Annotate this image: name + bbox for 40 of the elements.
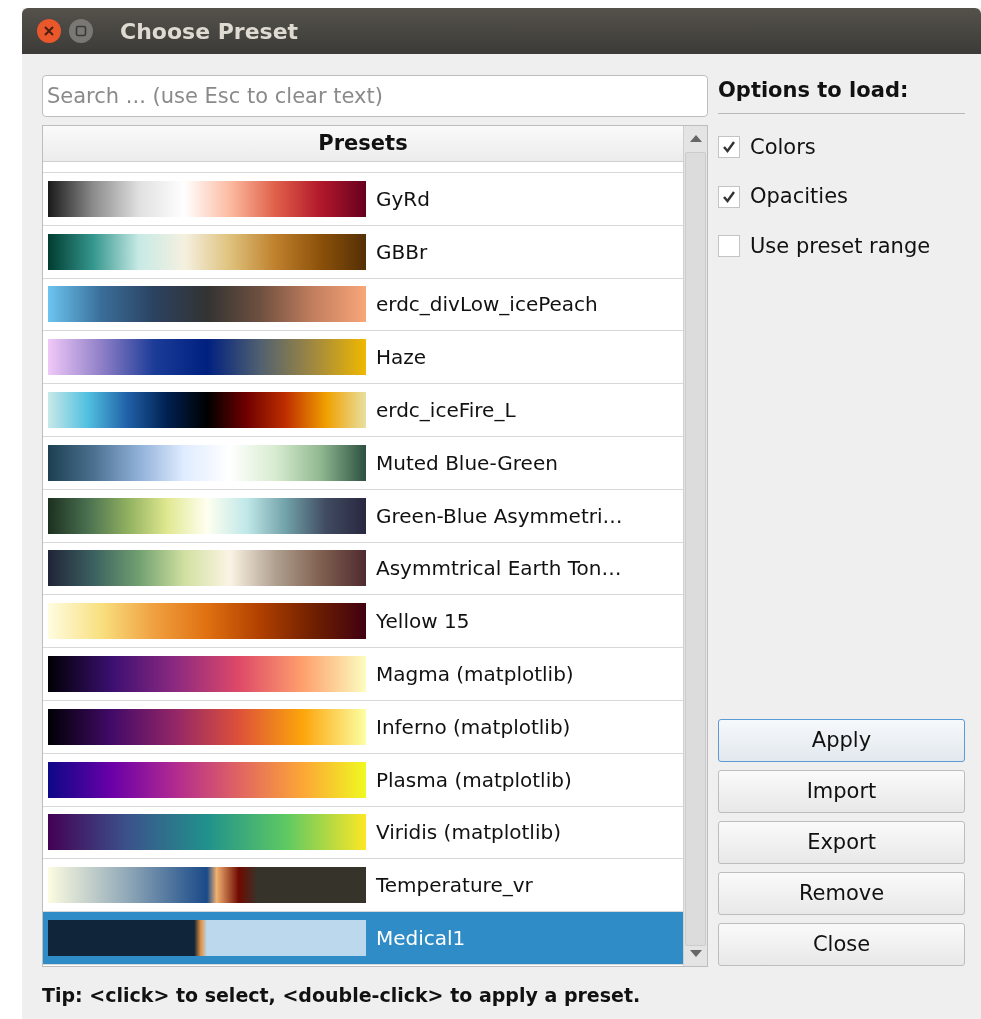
preset-name: Temperature_vr [376,872,533,900]
dialog-button[interactable]: Remove [718,872,965,915]
search-field[interactable]: Search ... (use Esc to clear text) [42,75,708,117]
checkbox-label: Use preset range [750,232,931,260]
preset-row[interactable]: Medical1 [43,912,683,965]
preset-name: erdc_divLow_icePeach [376,291,598,319]
checkbox[interactable] [718,136,740,159]
preset-name: Inferno (matplotlib) [376,713,571,741]
preset-name: Asymmtrical Earth Ton… [376,555,622,583]
scroll-down-icon[interactable] [689,950,702,958]
dialog-button[interactable]: Close [718,923,965,966]
dialog-button[interactable]: Apply [718,719,965,762]
dialog-button[interactable]: Export [718,821,965,864]
preset-name: Yellow 15 [376,608,470,636]
scroll-up-icon[interactable] [689,134,702,142]
preset-name: erdc_iceFire_L [376,397,516,425]
dialog-button[interactable]: Import [718,770,965,813]
scrollbar[interactable] [683,126,707,966]
preset-name: GyRd [376,185,430,213]
checkbox-label: Opacities [750,183,849,210]
preset-name: Muted Blue-Green [376,449,558,477]
check-icon [722,189,736,204]
options-heading: Options to load: [718,75,965,114]
preset-name: Viridis (matplotlib) [376,819,561,847]
maximize-icon[interactable] [68,18,94,44]
preset-name: Plasma (matplotlib) [376,766,572,794]
checkbox-label: Colors [750,133,816,161]
close-icon[interactable] [36,18,62,44]
window-title: Choose Preset [120,17,299,46]
tip-text: Tip: <click> to select, <double-click> to apply a preset. [42,983,642,1008]
check-icon [722,140,736,155]
preset-name: Green-Blue Asymmetri… [376,502,623,530]
column-header[interactable]: Presets [43,126,683,162]
preset-name: Medical1 [376,925,466,953]
scrollbar-thumb[interactable] [685,152,706,946]
preset-name: Haze [376,344,427,372]
checkbox[interactable] [718,235,740,258]
checkbox[interactable] [718,185,740,208]
preset-name: GBBr [376,238,428,266]
preset-name: Magma (matplotlib) [376,661,574,689]
